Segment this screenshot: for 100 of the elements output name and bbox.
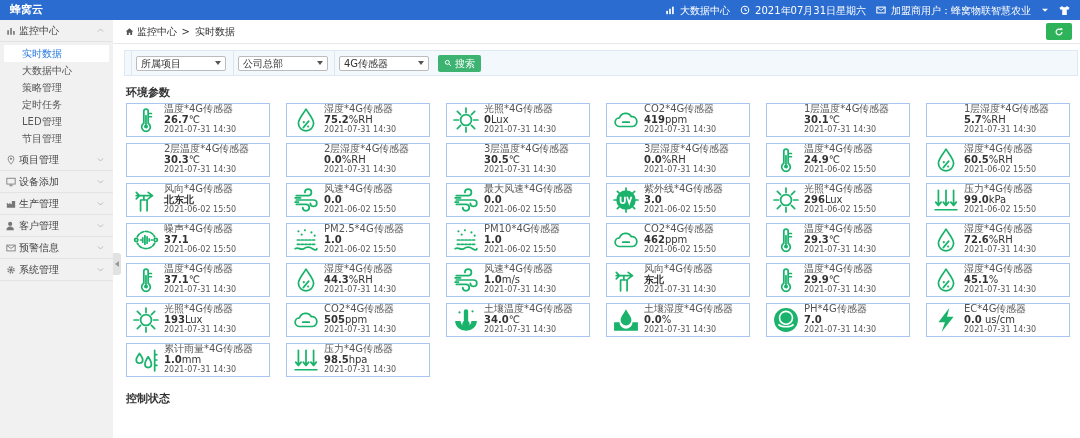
chevron-icon bbox=[96, 199, 105, 208]
sensor-name: 光照*4G传感器 bbox=[164, 304, 235, 314]
reading-time: 2021-07-31 14:30 bbox=[644, 165, 718, 175]
sensor-reading: 24.9℃ bbox=[804, 154, 841, 165]
sensor-reading: 0.0 bbox=[324, 194, 343, 205]
sensor-name: PM2.5*4G传感器 bbox=[324, 224, 404, 234]
header-link[interactable]: 加盟商用户：蜂窝物联智慧农业 bbox=[891, 2, 1031, 18]
chevron-icon bbox=[96, 177, 105, 186]
sensor-name: 累计雨量*4G传感器 bbox=[164, 344, 254, 354]
select-field[interactable]: 公司总部 bbox=[237, 55, 328, 71]
search-icon bbox=[444, 59, 452, 67]
reading-time: 2021-07-31 14:30 bbox=[644, 125, 717, 135]
menu-item[interactable]: 节目管理 bbox=[4, 129, 109, 147]
reading-time: 2021-06-02 15:50 bbox=[164, 205, 237, 215]
reading-time: 2021-07-31 14:30 bbox=[804, 245, 877, 255]
pressure-arrows-icon bbox=[933, 186, 959, 213]
sensor-reading: 37.1℃ bbox=[164, 274, 201, 285]
header-link[interactable]: 大数据中心 bbox=[680, 2, 731, 18]
menu-group[interactable]: 生产管理 bbox=[0, 193, 113, 215]
mail-icon bbox=[876, 5, 886, 15]
sensor-reading: 60.5%RH bbox=[964, 154, 1014, 165]
sensor-reading: 296Lux bbox=[804, 194, 844, 205]
sun-icon bbox=[133, 306, 159, 333]
sensor-reading: 26.7℃ bbox=[164, 114, 201, 125]
menu-group[interactable]: 系统管理 bbox=[0, 259, 113, 281]
select-field[interactable]: 所属项目 bbox=[136, 55, 226, 71]
sensor-name: 温度*4G传感器 bbox=[804, 264, 875, 274]
sensor-name: 2层温度*4G传感器 bbox=[164, 144, 250, 154]
sensor-reading: 7.0 bbox=[804, 314, 823, 325]
sensor-reading: 98.5hpa bbox=[324, 354, 369, 365]
sensor-name: 湿度*4G传感器 bbox=[964, 144, 1035, 154]
dust-particles-icon bbox=[453, 226, 479, 253]
sensor-reading: 北东北 bbox=[164, 194, 195, 205]
sensor-name: 风向*4G传感器 bbox=[644, 264, 715, 274]
caret-icon bbox=[215, 61, 221, 65]
wind-icon bbox=[453, 266, 479, 293]
menu-group[interactable]: 预警信息 bbox=[0, 237, 113, 259]
reading-time: 2021-07-31 14:30 bbox=[964, 245, 1037, 255]
collapse-handle[interactable] bbox=[113, 253, 121, 275]
header-link[interactable]: 2021年07月31日星期六 bbox=[755, 2, 866, 18]
sensor-reading: 1.0 bbox=[324, 234, 343, 245]
dust-particles-icon bbox=[293, 226, 319, 253]
menu-group[interactable]: 客户管理 bbox=[0, 215, 113, 237]
reading-time: 2021-07-31 14:30 bbox=[164, 365, 238, 375]
caret-icon bbox=[418, 61, 424, 65]
sensor-name: 温度*4G传感器 bbox=[164, 104, 235, 114]
sensor-name: 最大风速*4G传感器 bbox=[484, 184, 574, 194]
sensor-name: PH*4G传感器 bbox=[804, 304, 868, 314]
sensor-reading: 0.0% bbox=[644, 314, 673, 325]
reading-time: 2021-06-02 15:50 bbox=[484, 205, 558, 215]
sensor-reading: 75.2%RH bbox=[324, 114, 374, 125]
sensor-name: 光照*4G传感器 bbox=[804, 184, 875, 194]
reading-time: 2021-07-31 14:30 bbox=[324, 325, 397, 335]
menu-item[interactable]: 大数据中心 bbox=[4, 61, 109, 79]
chevron-icon bbox=[96, 221, 105, 230]
reading-time: 2021-07-31 14:30 bbox=[164, 125, 237, 135]
refresh-icon bbox=[1054, 26, 1064, 37]
sensor-reading: 3.0 bbox=[644, 194, 663, 205]
reading-time: 2021-07-31 14:30 bbox=[964, 285, 1037, 295]
reading-time: 2021-07-31 14:30 bbox=[164, 165, 238, 175]
monitor-icon bbox=[6, 176, 16, 187]
app-title: 蜂窝云 bbox=[10, 1, 43, 18]
menu-group[interactable]: 项目管理 bbox=[0, 149, 113, 171]
refresh-button[interactable] bbox=[1046, 23, 1072, 40]
menu-item[interactable]: 策略管理 bbox=[4, 78, 109, 96]
sensor-name: 3层湿度*4G传感器 bbox=[644, 144, 730, 154]
sensor-name: 噪声*4G传感器 bbox=[164, 224, 235, 234]
menu-group[interactable]: 设备添加 bbox=[0, 171, 113, 193]
sensor-reading: 462ppm bbox=[644, 234, 688, 245]
sensor-reading: 0.0 bbox=[484, 194, 503, 205]
menu-item[interactable]: LED管理 bbox=[4, 112, 109, 130]
chevron-icon bbox=[96, 155, 105, 164]
breadcrumb-separator: > bbox=[181, 25, 190, 39]
reading-time: 2021-06-02 15:50 bbox=[164, 245, 237, 255]
sensor-name: 2层湿度*4G传感器 bbox=[324, 144, 410, 154]
menu-item[interactable]: 定时任务 bbox=[4, 95, 109, 113]
shirt-icon bbox=[1059, 4, 1070, 16]
sensor-name: CO2*4G传感器 bbox=[324, 304, 396, 314]
sensor-reading: 30.5℃ bbox=[484, 154, 521, 165]
menu-group[interactable]: 监控中心 bbox=[0, 20, 113, 42]
sensor-reading: 1.0mm bbox=[164, 354, 203, 365]
sensor-name: 压力*4G传感器 bbox=[324, 344, 395, 354]
sensor-name: 1层湿度*4G传感器 bbox=[964, 104, 1050, 114]
sensor-reading: 1.0m/s bbox=[484, 274, 522, 285]
sensor-name: 温度*4G传感器 bbox=[804, 144, 875, 154]
sensor-reading: 0Lux bbox=[484, 114, 510, 125]
reading-time: 2021-07-31 14:30 bbox=[484, 325, 558, 335]
reading-time: 2021-07-31 14:30 bbox=[164, 325, 237, 335]
chevron-icon bbox=[96, 265, 105, 274]
sensor-name: 温度*4G传感器 bbox=[164, 264, 235, 274]
breadcrumb-item[interactable]: 监控中心 bbox=[136, 24, 177, 39]
sensor-name: PM10*4G传感器 bbox=[484, 224, 561, 234]
chevron-icon bbox=[96, 26, 105, 35]
reading-time: 2021-07-31 14:30 bbox=[324, 285, 397, 295]
reading-time: 2021-07-31 14:30 bbox=[964, 325, 1037, 335]
select-field[interactable]: 4G传感器 bbox=[339, 55, 429, 71]
reading-time: 2021-07-31 14:30 bbox=[644, 285, 717, 295]
menu-item[interactable]: 实时数据 bbox=[4, 44, 109, 62]
location-pin-icon bbox=[6, 154, 16, 165]
mail-icon bbox=[6, 242, 16, 253]
